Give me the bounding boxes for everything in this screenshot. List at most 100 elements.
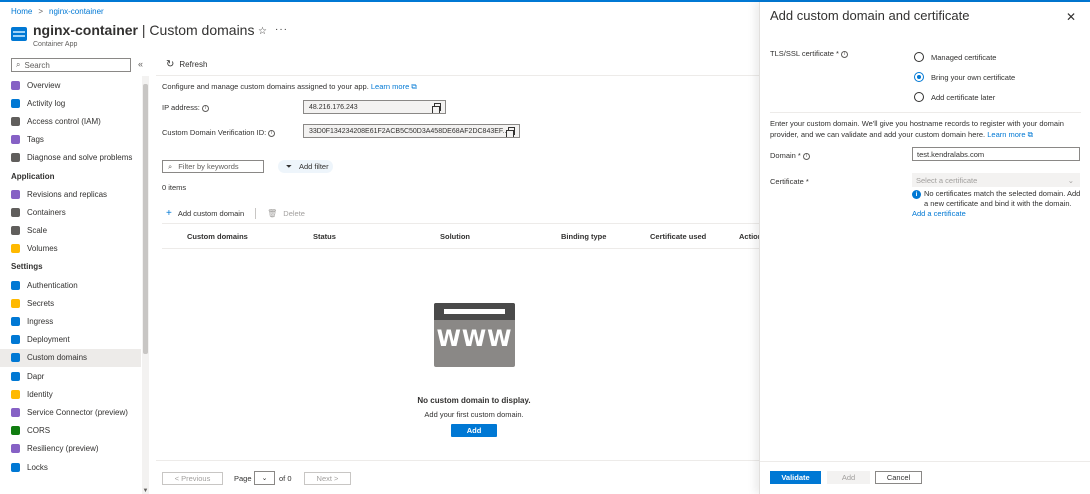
add-custom-domain-button[interactable]: + Add custom domain [166,208,244,219]
sidebar-item-label: Service Connector (preview) [27,407,128,417]
radio-bring-own-certificate[interactable]: Bring your own certificate [914,72,1015,82]
radio-managed-certificate[interactable]: Managed certificate [914,52,996,62]
sidebar-item-locks[interactable]: Locks [0,458,141,476]
page-label: Page [234,474,252,483]
info-icon[interactable]: i [840,50,848,58]
column-header-status[interactable]: Status [313,232,336,241]
domain-label: Domain * i [770,151,810,160]
cancel-button[interactable]: Cancel [875,471,922,484]
breadcrumb-home[interactable]: Home [11,7,32,16]
sidebar-item-access-control-iam[interactable]: Access control (IAM) [0,112,141,130]
sidebar-item-resiliency-preview[interactable]: Resiliency (preview) [0,440,141,458]
sidebar-item-authentication[interactable]: Authentication [0,276,141,294]
resource-type: Container App [33,41,78,48]
sidebar-item-label: Custom domains [27,353,88,363]
sidebar-item-dapr[interactable]: Dapr [0,367,141,385]
sidebar-item-cors[interactable]: CORS [0,422,141,440]
scroll-down-icon[interactable]: ▼ [142,488,149,494]
domain-input[interactable]: test.kendralabs.com [912,147,1080,161]
sidebar-item-label: Diagnose and solve problems [27,153,133,163]
address-bar [444,309,505,314]
chevron-down-icon: ⌄ [1067,175,1074,185]
ingress-icon [11,317,20,327]
certificate-info-message: i No certificates match the selected dom… [912,189,1082,209]
panel-description: Enter your custom domain. We'll give you… [770,119,1070,140]
collapse-sidebar-icon[interactable]: « [138,59,143,69]
close-icon[interactable]: ✕ [1066,10,1076,24]
info-icon[interactable]: i [201,104,209,112]
page-title: nginx-container | Custom domains [33,22,254,38]
sidebar-item-ingress[interactable]: Ingress [0,312,141,330]
scale-icon [11,226,20,236]
table-header-border [162,248,760,249]
column-header-actions[interactable]: Actions [739,232,759,241]
copy-icon[interactable] [432,103,441,113]
sidebar-item-diagnose-and-solve-problems[interactable]: Diagnose and solve problems [0,149,141,167]
sidebar-item-label: Activity log [27,98,66,108]
cors-icon [11,426,20,436]
access-control-iam-icon [11,116,20,126]
scrollbar-thumb[interactable] [143,84,148,354]
sidebar-item-scale[interactable]: Scale [0,222,141,240]
sidebar-item-label: Deployment [27,335,70,345]
search-icon: ⌕ [16,60,21,69]
radio-button[interactable] [914,92,924,102]
deployment-icon [11,335,20,345]
sidebar-scrollbar[interactable]: ▼ [142,76,149,494]
radio-add-certificate-later[interactable]: Add certificate later [914,92,995,102]
certificate-select[interactable]: Select a certificate ⌄ [912,173,1080,187]
sidebar-item-identity[interactable]: Identity [0,385,141,403]
column-header-certificate-used[interactable]: Certificate used [650,232,706,241]
column-header-custom-domains[interactable]: Custom domains [187,232,248,241]
info-icon[interactable]: i [268,129,276,137]
sidebar-item-label: Resiliency (preview) [27,444,99,454]
radio-button[interactable] [914,52,924,62]
learn-more-link[interactable]: Learn more ⧉ [371,82,417,91]
sidebar-item-service-connector-preview[interactable]: Service Connector (preview) [0,403,141,421]
favorite-star-icon[interactable]: ☆ [258,26,267,37]
previous-page-button[interactable]: < Previous [162,472,223,485]
sidebar-item-custom-domains[interactable]: Custom domains [0,348,141,367]
info-icon[interactable]: i [802,152,810,160]
activity-log-icon [11,98,20,108]
search-icon: ⌕ [168,161,173,171]
action-separator [255,208,257,219]
column-header-solution[interactable]: Solution [440,232,470,241]
panel-add-button[interactable]: Add [827,471,870,484]
breadcrumb-resource[interactable]: nginx-container [49,7,104,16]
filter-input[interactable]: ⌕ Filter by keywords [162,160,264,173]
sidebar-item-deployment[interactable]: Deployment [0,331,141,349]
sidebar-item-tags[interactable]: Tags [0,131,141,149]
sidebar-item-activity-log[interactable]: Activity log [0,94,141,112]
sidebar-search-input[interactable]: ⌕ Search [11,58,131,72]
sidebar-item-label: Revisions and replicas [27,189,108,199]
more-options-icon[interactable]: ··· [275,24,288,35]
sidebar-item-secrets[interactable]: Secrets [0,294,141,312]
tls-certificate-label: TLS/SSL certificate * i [770,49,848,58]
radio-button-checked[interactable] [914,72,924,82]
delete-button[interactable]: 🗑 Delete [267,209,305,218]
sidebar-item-revisions-and-replicas[interactable]: Revisions and replicas [0,185,141,203]
footer-divider [156,460,760,461]
ip-address-field: 48.216.176.243 [303,100,446,114]
sidebar-item-label: Volumes [27,244,58,254]
search-placeholder: Search [24,60,50,70]
add-filter-label: Add filter [299,162,329,171]
next-page-button[interactable]: Next > [304,472,351,485]
sidebar-item-volumes[interactable]: Volumes [0,240,141,258]
copy-icon[interactable] [506,127,515,137]
sidebar-item-containers[interactable]: Containers [0,203,141,221]
panel-title: Add custom domain and certificate [770,8,970,23]
add-certificate-link[interactable]: Add a certificate [912,209,966,218]
validate-button[interactable]: Validate [770,471,821,484]
delete-label: Delete [283,209,305,218]
sidebar-item-label: Secrets [27,298,55,308]
empty-state-add-button[interactable]: Add [451,424,497,437]
page-select[interactable]: ⌄ [254,471,275,485]
www-text: WWW [436,327,513,352]
panel-learn-more-link[interactable]: Learn more ⧉ [987,130,1033,139]
column-header-binding-type[interactable]: Binding type [561,232,606,241]
add-filter-button[interactable]: ⏷ Add filter [278,160,333,173]
sidebar-item-overview[interactable]: Overview [0,76,141,94]
refresh-button[interactable]: ↻ Refresh [166,59,207,70]
